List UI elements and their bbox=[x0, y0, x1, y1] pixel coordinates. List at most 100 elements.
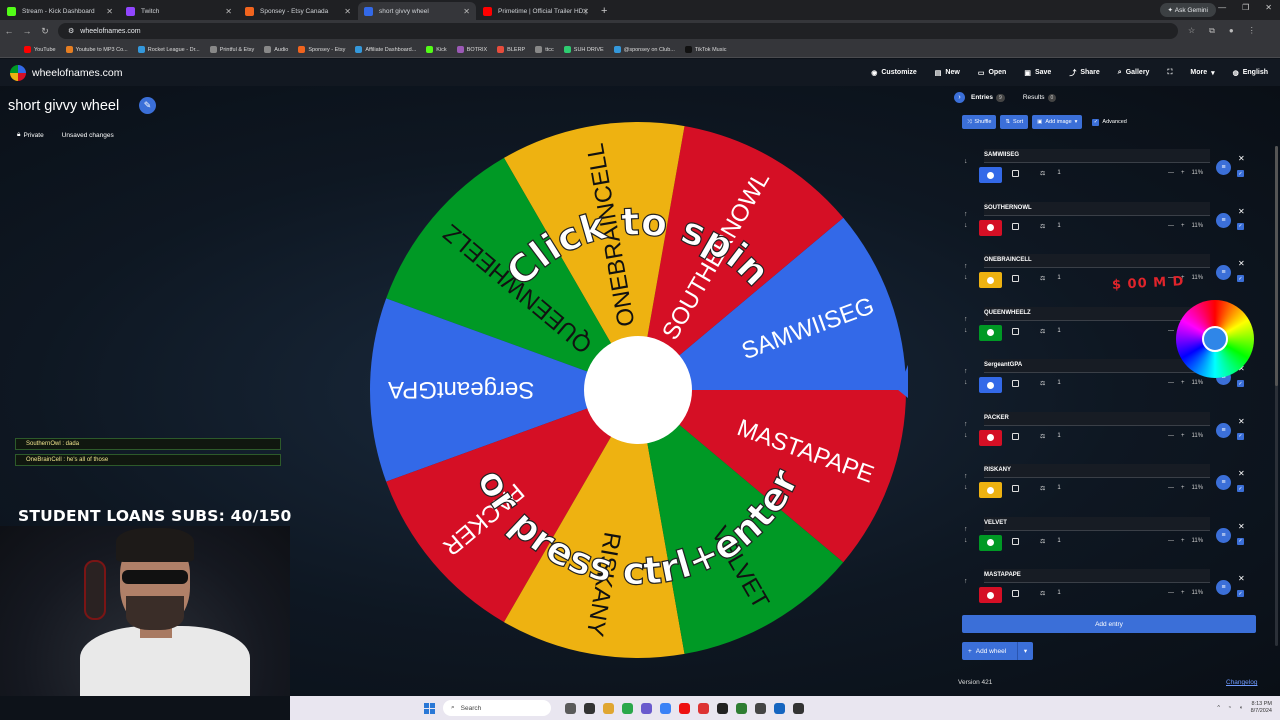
discord-icon[interactable] bbox=[641, 702, 652, 714]
taskbar-search[interactable]: ⌕ Search bbox=[443, 700, 551, 716]
decrement-icon[interactable]: — bbox=[1168, 485, 1174, 491]
move-down-icon[interactable]: ↓ bbox=[964, 272, 968, 283]
decrement-icon[interactable]: — bbox=[1168, 328, 1174, 334]
entry-name-input[interactable]: QUEENWHEELZ bbox=[984, 306, 1210, 321]
close-tab-icon[interactable]: ✕ bbox=[463, 7, 470, 16]
entry-weight-value[interactable]: 1 bbox=[1057, 485, 1060, 492]
language-button[interactable]: ◍ English bbox=[1233, 68, 1268, 78]
edit-title-pencil-icon[interactable]: ✎ bbox=[139, 97, 156, 114]
entry-enabled-checkbox[interactable]: ✓ bbox=[1237, 275, 1244, 282]
shuffle-button[interactable]: ⤨ Shuffle bbox=[962, 115, 997, 129]
move-up-icon[interactable]: ↑ bbox=[964, 261, 968, 272]
add-wheel-button[interactable]: + Add wheel ▾ bbox=[962, 642, 1033, 660]
wheel-center-hub[interactable] bbox=[584, 336, 692, 444]
entry-weight-value[interactable]: 1 bbox=[1057, 170, 1060, 177]
entry-weight-value[interactable]: 1 bbox=[1057, 380, 1060, 387]
chevron-down-icon[interactable]: ▾ bbox=[1017, 642, 1033, 660]
site-name[interactable]: wheelofnames.com bbox=[32, 67, 122, 79]
entry-image-icon[interactable] bbox=[1012, 170, 1019, 177]
site-info-icon[interactable]: ⚙ bbox=[68, 27, 74, 35]
maximize-icon[interactable]: ❐ bbox=[1242, 3, 1249, 12]
browser-menu-icon[interactable]: ⋮ bbox=[1248, 26, 1256, 36]
decrement-icon[interactable]: — bbox=[1168, 223, 1174, 229]
entry-settings-icon[interactable]: ≡ bbox=[1216, 160, 1231, 175]
bookmark-star-icon[interactable]: ☆ bbox=[1188, 26, 1195, 36]
decrement-icon[interactable]: — bbox=[1168, 590, 1174, 596]
gallery-button[interactable]: ⌕ Gallery bbox=[1118, 68, 1150, 78]
close-tab-icon[interactable]: ✕ bbox=[106, 7, 113, 16]
delete-entry-icon[interactable]: ✕ bbox=[1238, 207, 1245, 216]
increment-icon[interactable]: + bbox=[1181, 538, 1185, 544]
entry-image-icon[interactable] bbox=[1012, 380, 1019, 387]
bookmark-item[interactable]: BLERP bbox=[497, 46, 525, 53]
increment-icon[interactable]: + bbox=[1181, 485, 1185, 491]
move-up-icon[interactable]: ↑ bbox=[964, 419, 968, 430]
wifi-icon[interactable]: ◔ bbox=[1228, 705, 1231, 711]
move-down-icon[interactable]: ↓ bbox=[964, 377, 968, 388]
bookmark-item[interactable]: BOTRIX bbox=[456, 46, 487, 53]
reload-icon[interactable]: ↻ bbox=[36, 26, 54, 37]
close-tab-icon[interactable]: ✕ bbox=[344, 7, 351, 16]
new-tab-icon[interactable]: + bbox=[601, 2, 607, 20]
entry-color-button[interactable] bbox=[979, 587, 1002, 603]
move-down-icon[interactable]: ↓ bbox=[964, 156, 968, 167]
wheelofnames-logo-icon[interactable] bbox=[10, 64, 26, 81]
entry-enabled-checkbox[interactable]: ✓ bbox=[1237, 485, 1244, 492]
increment-icon[interactable]: + bbox=[1181, 433, 1185, 439]
entry-image-icon[interactable] bbox=[1012, 327, 1019, 335]
add-image-button[interactable]: ▣ Add image ▾ bbox=[1032, 115, 1083, 129]
entry-enabled-checkbox[interactable]: ✓ bbox=[1237, 222, 1244, 230]
entry-image-icon[interactable] bbox=[1012, 222, 1019, 230]
entry-image-icon[interactable] bbox=[1012, 485, 1019, 492]
entry-weight-value[interactable]: 1 bbox=[1057, 433, 1060, 440]
entry-enabled-checkbox[interactable]: ✓ bbox=[1237, 590, 1244, 597]
bookmark-item[interactable]: Printful & Etsy bbox=[209, 46, 254, 53]
delete-entry-icon[interactable]: ✕ bbox=[1238, 469, 1245, 478]
bookmark-item[interactable]: Audio bbox=[264, 46, 288, 53]
browser-tab[interactable]: Sponsey - Etsy Canada ✕ bbox=[239, 2, 357, 20]
entry-name-input[interactable]: SergeantGPA bbox=[984, 359, 1210, 373]
spin-wheel[interactable]: SAMWIISEG SOUTHERNOWL ONEBRAINCELL QUEENWHE… bbox=[368, 120, 920, 660]
browser-tab[interactable]: short givvy wheel ✕ bbox=[358, 2, 476, 20]
entry-color-button[interactable] bbox=[979, 377, 1002, 393]
move-down-icon[interactable]: ↓ bbox=[964, 220, 968, 231]
opera-icon[interactable] bbox=[679, 702, 690, 714]
decrement-icon[interactable]: — bbox=[1168, 170, 1174, 176]
bookmark-item[interactable]: Sponsey - Etsy bbox=[298, 46, 345, 53]
entry-color-button[interactable] bbox=[979, 219, 1002, 236]
obs-icon[interactable] bbox=[717, 702, 728, 714]
more-button[interactable]: More ▾ bbox=[1190, 68, 1214, 78]
entry-name-input[interactable]: SOUTHERNOWL bbox=[984, 201, 1210, 216]
entry-weight-value[interactable]: 1 bbox=[1057, 275, 1060, 282]
decrement-icon[interactable]: — bbox=[1168, 538, 1174, 544]
entry-settings-icon[interactable]: ≡ bbox=[1216, 422, 1231, 438]
open-button[interactable]: ▭ Open bbox=[978, 68, 1007, 78]
add-entry-button[interactable]: Add entry bbox=[962, 615, 1256, 633]
move-up-icon[interactable]: ↑ bbox=[964, 471, 968, 482]
move-up-icon[interactable]: ↑ bbox=[964, 314, 968, 325]
entry-settings-icon[interactable]: ≡ bbox=[1216, 265, 1231, 280]
entry-image-icon[interactable] bbox=[1012, 275, 1019, 282]
entry-color-button[interactable] bbox=[979, 324, 1002, 341]
bookmark-item[interactable]: SUH DRIVE bbox=[563, 46, 604, 53]
entry-image-icon[interactable] bbox=[1012, 432, 1019, 440]
delete-entry-icon[interactable]: ✕ bbox=[1238, 259, 1245, 268]
entry-name-input[interactable]: SAMWIISEG bbox=[984, 149, 1210, 163]
increment-icon[interactable]: + bbox=[1181, 590, 1185, 596]
entry-settings-icon[interactable]: ≡ bbox=[1216, 212, 1231, 228]
increment-icon[interactable]: + bbox=[1181, 380, 1185, 386]
chrome-icon[interactable] bbox=[622, 702, 633, 714]
move-down-icon[interactable]: ↓ bbox=[964, 482, 968, 493]
close-tab-icon[interactable]: ✕ bbox=[225, 7, 232, 16]
app-icon[interactable] bbox=[774, 702, 785, 714]
clock[interactable]: 8:13 PM 8/7/2024 bbox=[1251, 701, 1272, 715]
share-button[interactable]: ⤴ Share bbox=[1069, 68, 1099, 78]
new-button[interactable]: ▤ New bbox=[935, 68, 960, 78]
entry-name-input[interactable]: RISKANY bbox=[984, 464, 1210, 478]
fullscreen-button[interactable]: ⛶ bbox=[1167, 68, 1172, 78]
browser-tab[interactable]: Primetime | Official Trailer HD | ✕ bbox=[477, 2, 595, 20]
sort-button[interactable]: ⇅ Sort bbox=[1000, 115, 1029, 129]
entry-weight-value[interactable]: 1 bbox=[1057, 538, 1060, 545]
url-field[interactable]: ⚙ wheelofnames.com bbox=[58, 23, 1178, 39]
delete-entry-icon[interactable]: ✕ bbox=[1238, 522, 1245, 531]
